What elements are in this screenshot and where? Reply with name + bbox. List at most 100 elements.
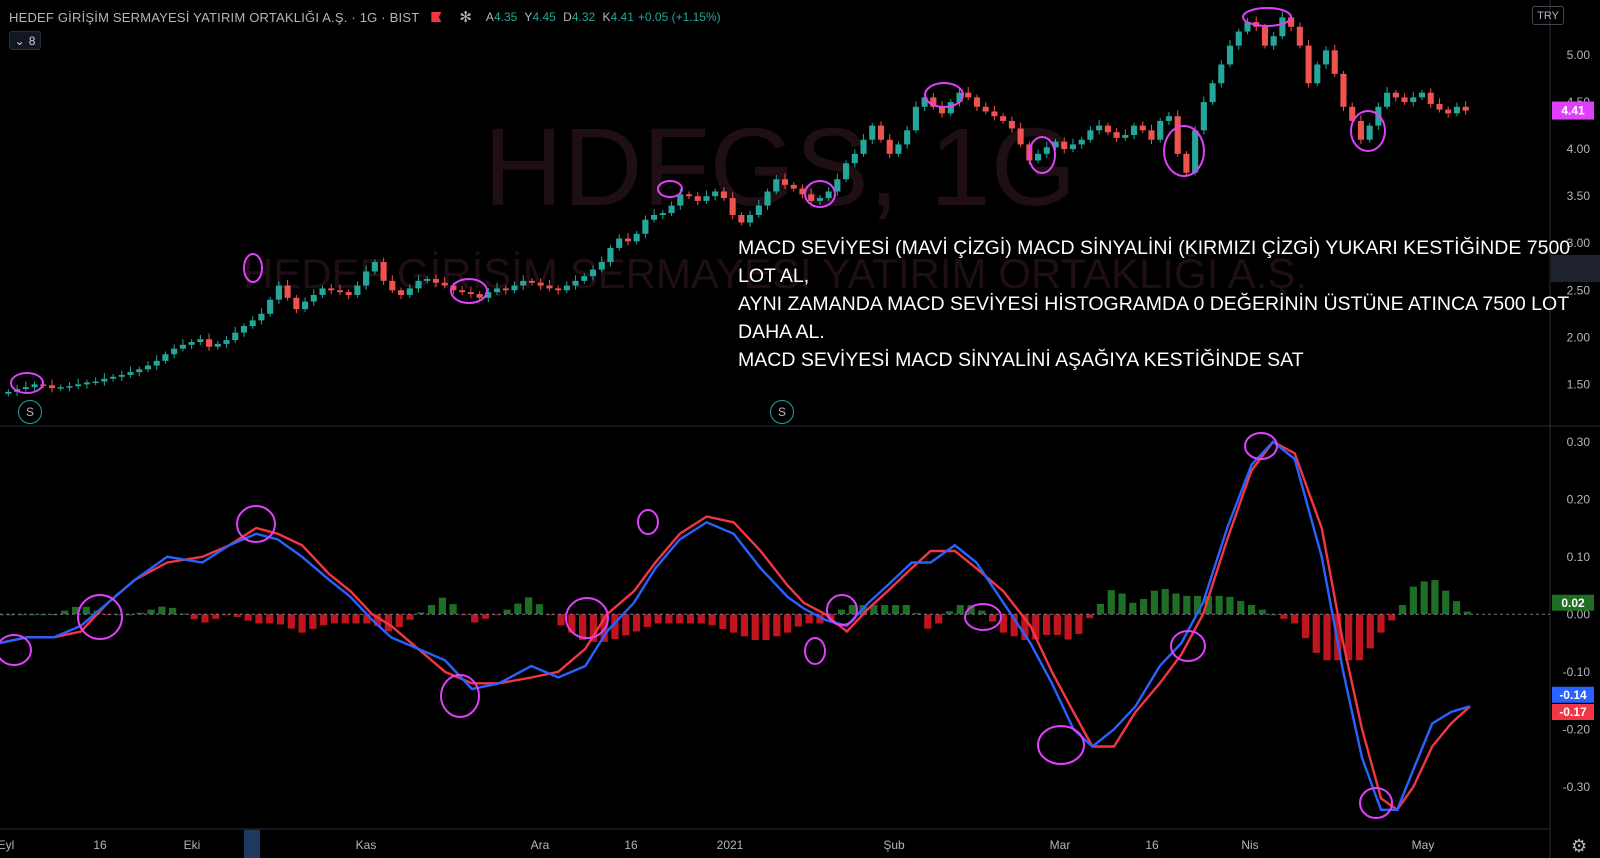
histogram-bar <box>676 614 684 624</box>
candle-body <box>912 106 919 131</box>
histogram-bar <box>665 614 673 624</box>
time-tick-label: Ara <box>531 838 550 852</box>
strategy-annotation: MACD SEVİYESİ (MAVİ ÇİZGİ) MACD SİNYALİN… <box>738 234 1578 374</box>
annotation-line-2: AYNI ZAMANDA MACD SEVİYESİ HİSTOGRAMDA 0… <box>738 293 1569 343</box>
watermark-ticker: HDFGS, 1G <box>484 106 1077 229</box>
symbol-legend: HEDEF GİRİŞİM SERMAYESİ YATIRIM ORTAKLIĞ… <box>9 8 721 26</box>
candle-body <box>1453 106 1460 114</box>
histogram-bar <box>988 614 997 622</box>
histogram-bar <box>1291 614 1299 624</box>
candle-body <box>825 191 832 199</box>
histogram-bar <box>730 614 738 633</box>
histogram-bar <box>406 614 414 620</box>
histogram-bar <box>352 614 360 624</box>
candle-body <box>1445 109 1452 114</box>
histogram-bar <box>740 614 749 637</box>
macd-tick-label: -0.30 <box>1563 780 1591 794</box>
candle-body <box>1017 128 1024 145</box>
histogram-bar <box>1431 580 1439 615</box>
macd-axis[interactable]: 0.300.200.100.00-0.10-0.20-0.300.02-0.14… <box>1552 435 1594 794</box>
candle-body <box>624 238 631 242</box>
candle-body <box>493 288 501 293</box>
value-tag-label: 0.02 <box>1561 596 1585 610</box>
candle-body <box>589 269 597 277</box>
settings-icon[interactable]: ⚙ <box>1571 836 1587 857</box>
histogram-bar <box>255 614 263 624</box>
candle-body <box>162 354 169 361</box>
histogram-bar <box>438 597 446 615</box>
candle-body <box>781 179 789 185</box>
settings-icon[interactable]: ✻ <box>459 8 472 26</box>
candle-body <box>319 288 326 295</box>
macd-tick-label: -0.20 <box>1563 722 1591 736</box>
candle-body <box>659 213 666 215</box>
candle-body <box>214 343 221 347</box>
candle-body <box>1340 73 1347 107</box>
last-price-label: 4.41 <box>1561 104 1585 118</box>
candle-body <box>275 285 282 300</box>
candle-body <box>5 391 12 394</box>
histogram-bar <box>935 614 943 624</box>
candle-body <box>642 219 649 234</box>
candle-body <box>668 205 675 214</box>
candle-body <box>1200 102 1207 131</box>
split-badge[interactable]: S <box>18 400 42 424</box>
candle-body <box>110 376 117 379</box>
time-axis[interactable]: Eyl 16 Eki Kas Ara 16 2021 Şub Mar 16 Nis May <box>0 838 1434 852</box>
price-tick-label: 5.00 <box>1567 48 1591 62</box>
histogram-bar <box>1442 590 1450 615</box>
candle-body <box>651 215 658 220</box>
candle-body <box>1305 45 1312 84</box>
time-tick-label: 16 <box>624 838 638 852</box>
histogram-bar <box>1129 602 1137 615</box>
histogram-bar <box>1172 593 1180 615</box>
candle-body <box>1270 36 1277 46</box>
histogram-bar <box>622 614 630 636</box>
candle-body <box>685 194 693 197</box>
candle-body <box>328 288 335 291</box>
symbol-title[interactable]: HEDEF GİRİŞİM SERMAYESİ YATIRIM ORTAKLIĞ… <box>9 10 419 25</box>
candle-body <box>1192 130 1199 173</box>
chart-canvas[interactable]: HDFGS, 1G HEDEF GİRİŞİM SERMAYESİ YATIRI… <box>0 0 1600 858</box>
collapse-indicators-button[interactable]: ⌄ 8 <box>9 31 41 50</box>
candle-body <box>729 198 736 215</box>
histogram-bar <box>1420 581 1428 615</box>
histogram-bar <box>1215 595 1223 615</box>
candle-body <box>747 215 754 223</box>
candle-body <box>720 191 727 199</box>
annotation-circle <box>77 594 123 640</box>
annotation-circle <box>236 505 276 543</box>
flag-icon[interactable] <box>431 12 442 22</box>
candle-body <box>371 262 378 272</box>
candle-body <box>136 369 143 373</box>
time-tick-label: 2021 <box>717 838 744 852</box>
candle-body <box>1165 116 1173 121</box>
split-badge[interactable]: S <box>770 400 794 424</box>
candle-body <box>1078 139 1085 145</box>
candle-body <box>1401 97 1408 103</box>
value-tag-label: -0.14 <box>1559 688 1587 702</box>
currency-button[interactable]: TRY <box>1532 6 1564 25</box>
histogram-bar <box>481 614 490 619</box>
histogram-bar <box>848 605 856 615</box>
histogram-bar <box>341 614 349 624</box>
candle-body <box>48 385 56 389</box>
histogram-bar <box>427 605 436 615</box>
candle-body <box>1296 26 1303 46</box>
macd-pane[interactable] <box>0 440 1550 812</box>
histogram-bar <box>503 609 511 615</box>
histogram-bar <box>794 614 802 627</box>
candle-body <box>851 153 858 164</box>
candle-body <box>520 280 527 286</box>
histogram-bar <box>643 614 651 627</box>
candle-body <box>1061 141 1068 150</box>
candle-body <box>1392 92 1399 98</box>
histogram-bar <box>1237 600 1245 615</box>
candle-body <box>389 280 396 291</box>
candle-body <box>633 233 640 242</box>
macd-tick-label: 0.20 <box>1567 492 1591 506</box>
candle-body <box>511 285 518 291</box>
histogram-bar <box>287 614 295 629</box>
histogram-bar <box>309 614 317 629</box>
histogram-bar <box>881 605 889 615</box>
